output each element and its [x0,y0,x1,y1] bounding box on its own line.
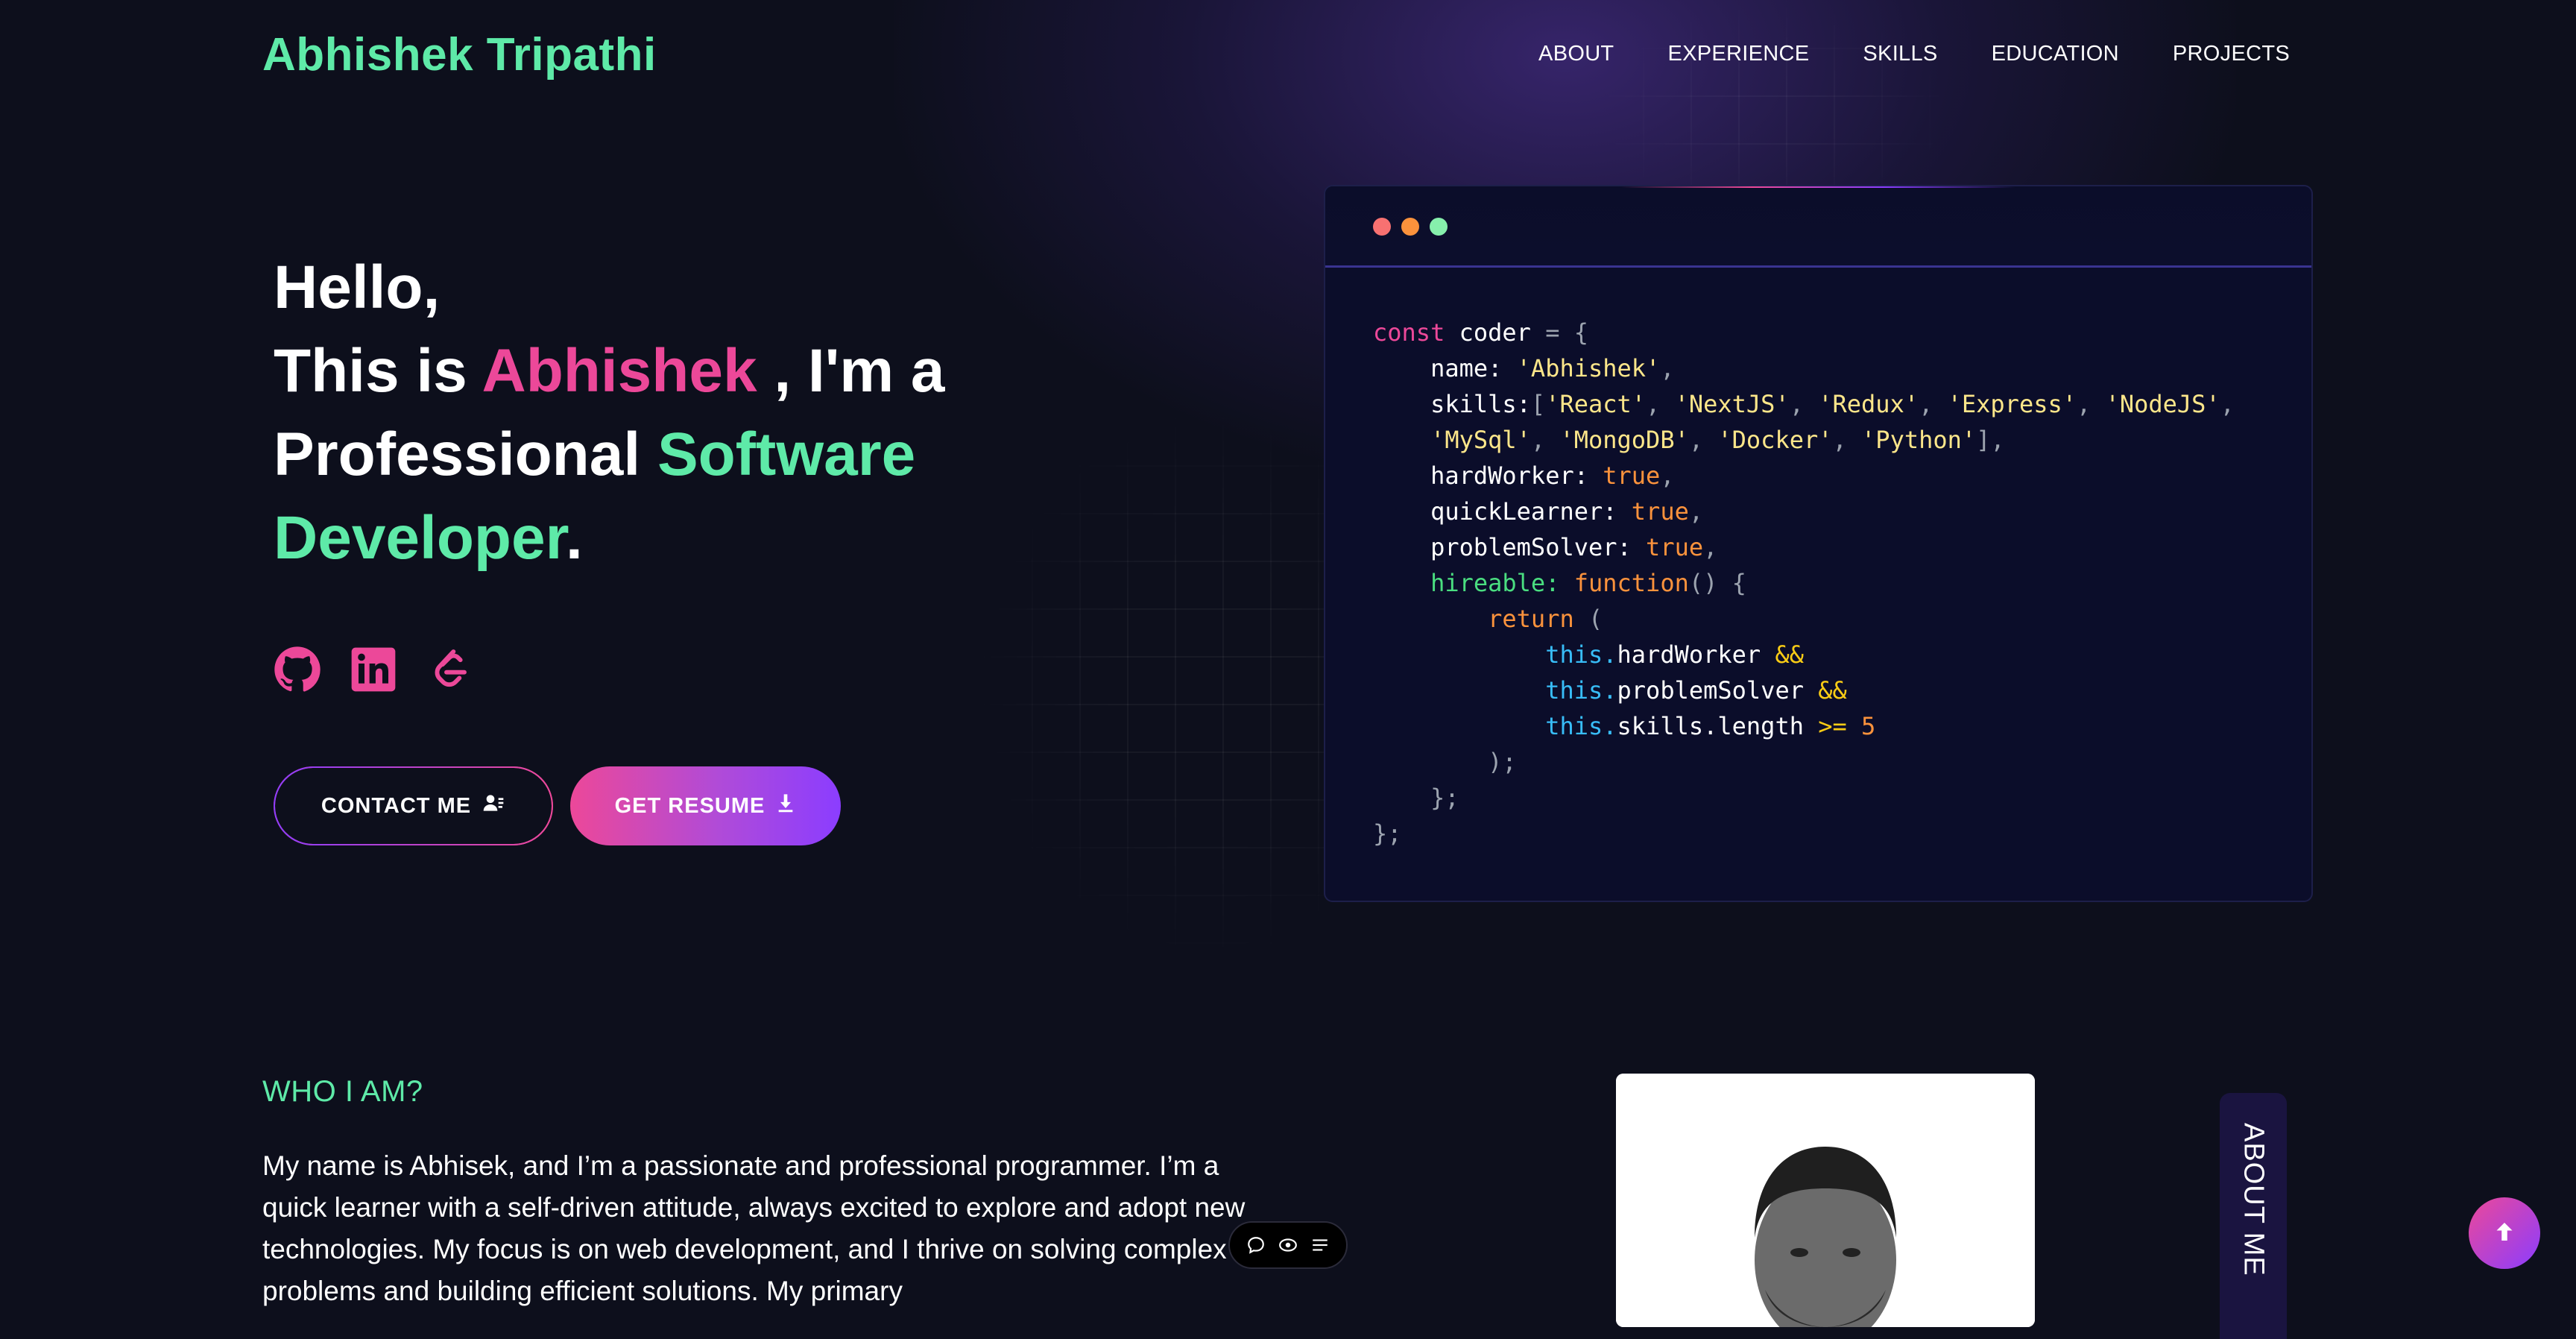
arrow-up-icon [2491,1218,2518,1249]
nav-about[interactable]: ABOUT [1538,42,1614,66]
code-card: const coder = { name: 'Abhishek', skills… [1324,185,2313,902]
nav-experience[interactable]: EXPERIENCE [1667,42,1809,66]
contact-card-icon [482,791,505,821]
nav-education[interactable]: EDUCATION [1992,42,2119,66]
scroll-to-top-button[interactable] [2469,1197,2540,1269]
hero-heading: Hello, This is Abhishek , I'm a Professi… [274,246,1093,580]
hero-line-1: Hello, [274,253,441,321]
about-paragraph: My name is Abhisek, and I’m a passionate… [262,1150,1246,1306]
nav-skills[interactable]: SKILLS [1863,42,1937,66]
leetcode-icon[interactable] [426,646,473,693]
window-dots [1373,218,1448,236]
orange-dot-icon [1401,218,1419,236]
github-icon[interactable] [274,646,321,693]
get-resume-button[interactable]: GET RESUME [570,766,841,845]
code-card-titlebar [1325,186,2311,268]
main-nav: ABOUT EXPERIENCE SKILLS EDUCATION PROJEC… [1538,42,2290,66]
hero-line-3: Professional Software [274,420,916,488]
about-me-tab: ABOUT ME [2220,1093,2287,1339]
social-links [274,646,473,693]
nav-projects[interactable]: PROJECTS [2173,42,2290,66]
hero-line-4: Developer. [274,504,583,572]
green-dot-icon [1430,218,1448,236]
red-dot-icon [1373,218,1391,236]
floating-toolbar [1228,1221,1348,1269]
profile-photo [1616,1074,2035,1327]
download-icon [775,793,796,819]
about-heading: WHO I AM? [262,1075,423,1108]
linkedin-icon[interactable] [350,646,397,693]
hero-name: Abhishek [482,337,757,405]
comment-icon[interactable] [1246,1235,1266,1255]
eye-icon[interactable] [1278,1235,1298,1255]
menu-icon[interactable] [1310,1235,1330,1255]
hero-line-2: This is Abhishek , I'm a [274,337,945,405]
brand-logo[interactable]: Abhishek Tripathi [262,28,657,81]
contact-me-button[interactable]: CONTACT ME [274,766,553,845]
code-snippet: const coder = { name: 'Abhishek', skills… [1373,318,2235,848]
